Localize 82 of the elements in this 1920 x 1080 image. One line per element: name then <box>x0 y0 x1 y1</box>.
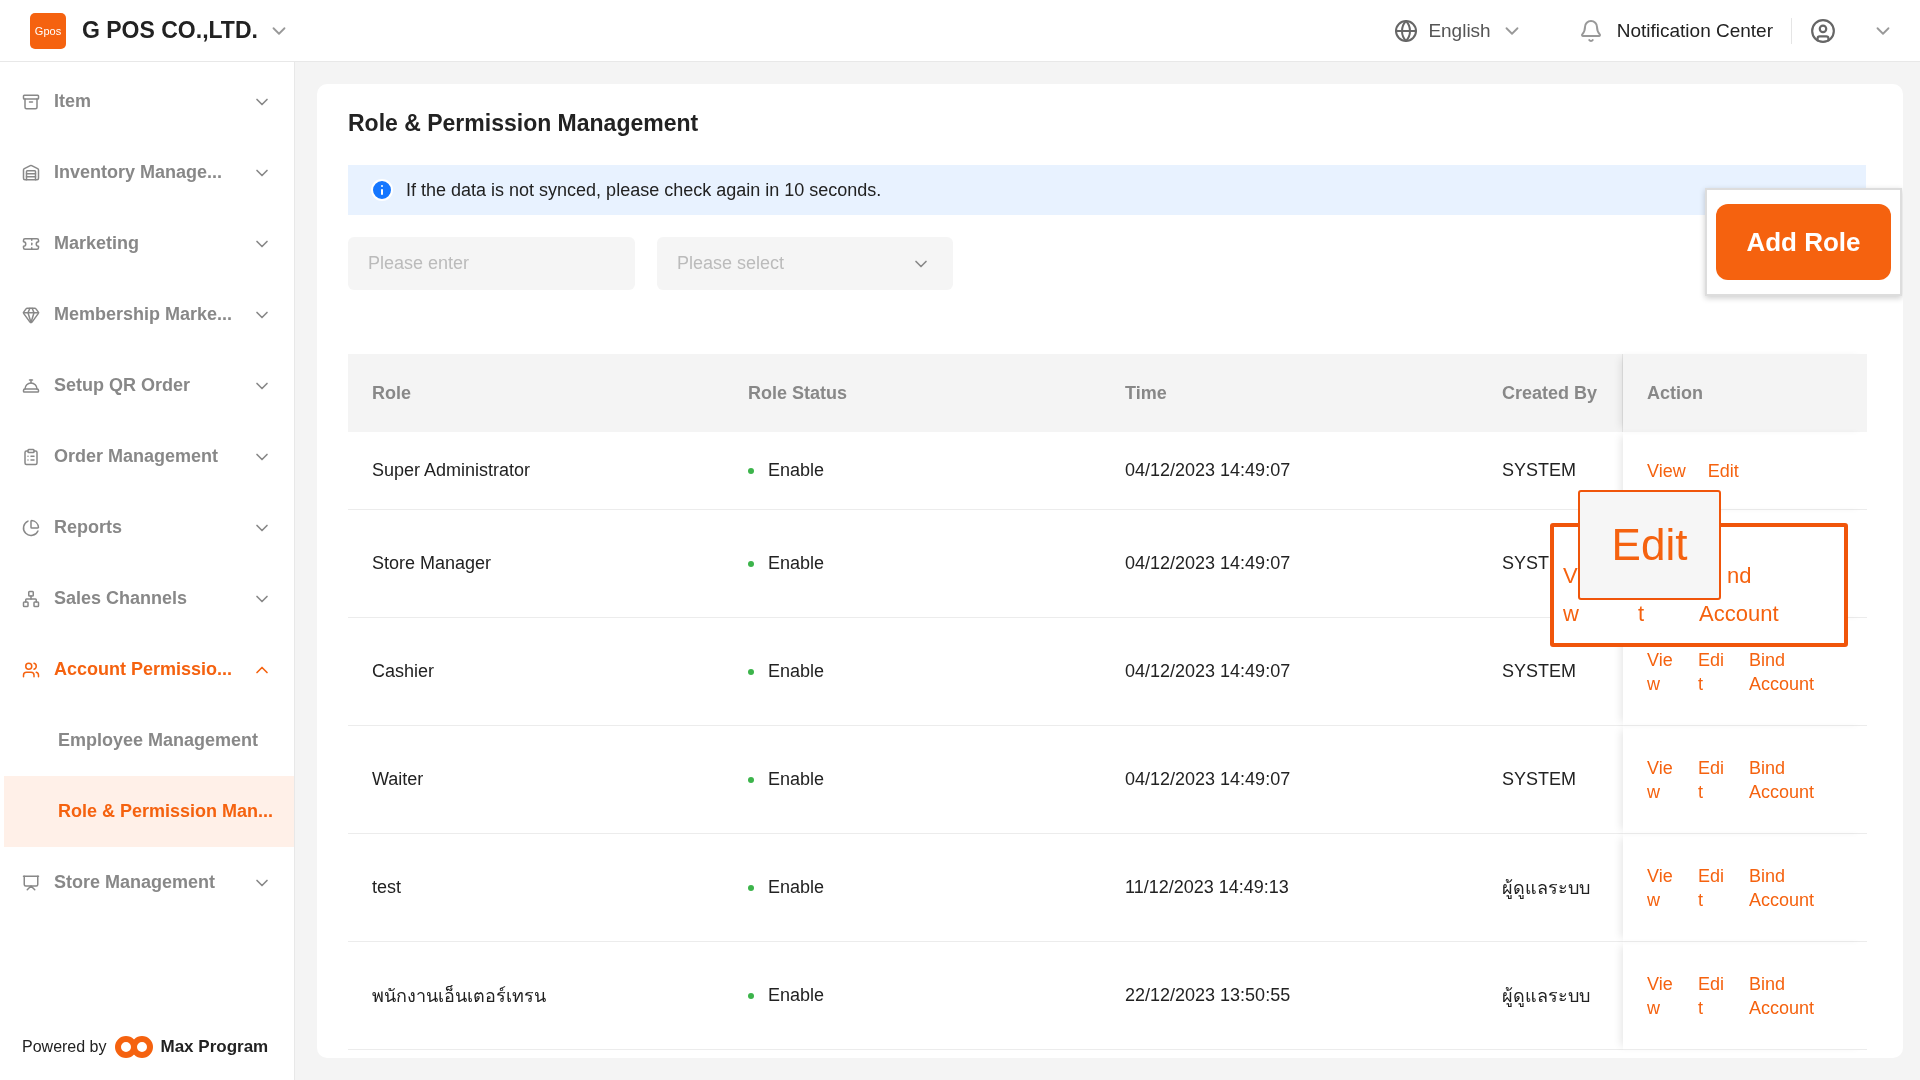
table-cell: test <box>348 834 724 942</box>
table-cell: Store Manager <box>348 510 724 618</box>
search-field[interactable]: Please enter <box>348 237 635 290</box>
column-header: Action <box>1623 354 1867 432</box>
table-cell: Cashier <box>348 618 724 726</box>
action-link[interactable]: View <box>1647 458 1686 483</box>
action-link[interactable]: Edit <box>1698 971 1726 1020</box>
magnified-link-text: Account <box>1699 602 1779 626</box>
network-icon <box>22 589 40 608</box>
status-cell: Enable <box>748 985 825 1006</box>
status-cell: Enable <box>748 877 825 898</box>
column-header: Role Status <box>724 354 1101 432</box>
action-link[interactable]: View <box>1647 755 1675 804</box>
powered-by-text: Powered by <box>22 1038 107 1056</box>
sidebar-item[interactable]: Account Permissio... <box>0 634 294 705</box>
sidebar-item[interactable]: Item <box>0 66 294 137</box>
sidebar-subitem[interactable]: Role & Permission Man... <box>4 776 294 847</box>
filter-select[interactable]: Please select <box>657 237 953 290</box>
clipboard-icon <box>22 447 40 466</box>
action-link[interactable]: Bind Account <box>1749 863 1819 912</box>
table-cell: 04/12/2023 14:49:07 <box>1101 432 1478 510</box>
sidebar-item[interactable]: Inventory Manage... <box>0 137 294 208</box>
action-link[interactable]: Bind Account <box>1749 971 1819 1020</box>
info-message: If the data is not synced, please check again in 10 seconds. <box>406 179 882 201</box>
action-link[interactable]: Bind Account <box>1749 755 1819 804</box>
service-bell-icon <box>22 376 40 395</box>
sidebar-subitem[interactable]: Employee Management <box>4 705 294 776</box>
status-cell: Enable <box>748 460 825 481</box>
table-cell: Waiter <box>348 726 724 834</box>
table-cell: SYSTEM <box>1478 726 1623 834</box>
magnified-link-text: V <box>1563 564 1578 588</box>
archive-icon <box>22 92 40 111</box>
users-icon <box>22 660 40 679</box>
table-cell: 22/12/2023 13:50:55 <box>1101 942 1478 1050</box>
action-link[interactable]: Bind Account <box>1749 647 1819 696</box>
company-logo: Gpos <box>30 12 66 49</box>
magnified-link-text: nd <box>1727 564 1752 588</box>
action-link[interactable]: View <box>1647 863 1675 912</box>
warehouse-icon <box>22 163 40 182</box>
table-cell: 11/12/2023 14:49:13 <box>1101 834 1478 942</box>
action-link[interactable]: View <box>1647 971 1675 1020</box>
table-cell: Super Administrator <box>348 432 724 510</box>
gem-icon <box>22 305 40 324</box>
table-cell: พนักงานเอ็นเตอร์เทรน <box>348 942 724 1050</box>
info-icon <box>370 178 394 202</box>
status-cell: Enable <box>748 553 825 574</box>
sidebar-item[interactable]: Sales Channels <box>0 563 294 634</box>
status-cell: Enable <box>748 769 825 790</box>
action-link[interactable]: Edit <box>1698 755 1726 804</box>
column-header: Role <box>348 354 724 432</box>
action-link[interactable]: View <box>1647 647 1675 696</box>
sidebar-item[interactable]: Reports <box>0 492 294 563</box>
table-cell: ผู้ดูแลระบบ <box>1478 942 1623 1050</box>
column-header: Created By <box>1478 354 1623 432</box>
action-link[interactable]: Edit <box>1698 863 1726 912</box>
presentation-icon <box>22 873 40 892</box>
action-link[interactable]: Edit <box>1707 458 1739 483</box>
table-cell: 04/12/2023 14:49:07 <box>1101 726 1478 834</box>
column-header: Time <box>1101 354 1478 432</box>
table-cell: 04/12/2023 14:49:07 <box>1101 618 1478 726</box>
notification-center-link[interactable]: Notification Center <box>1616 19 1773 42</box>
sidebar-item[interactable]: Store Management <box>0 847 294 918</box>
status-cell: Enable <box>748 661 825 682</box>
action-link[interactable]: Edit <box>1698 647 1726 696</box>
zoom-callout: Edit <box>1578 490 1721 600</box>
pie-chart-icon <box>22 518 40 537</box>
company-name: G POS CO.,LTD. <box>82 17 258 44</box>
language-select[interactable]: English <box>1428 19 1491 42</box>
user-avatar-icon[interactable] <box>1810 17 1836 44</box>
table-cell: ผู้ดูแลระบบ <box>1478 834 1623 942</box>
page-title: Role & Permission Management <box>348 110 700 137</box>
sidebar-item[interactable]: Membership Marke... <box>0 279 294 350</box>
brand-logo-icon <box>112 1034 155 1060</box>
sidebar-item[interactable]: Order Management <box>0 421 294 492</box>
magnified-link-text: t <box>1638 602 1645 626</box>
notification-icon <box>1578 18 1603 43</box>
add-role-button[interactable]: Add Role <box>1716 204 1891 280</box>
brand-name: Max Program <box>160 1037 269 1057</box>
sidebar-item[interactable]: Marketing <box>0 208 294 279</box>
sidebar-item[interactable]: Setup QR Order <box>0 350 294 421</box>
globe-icon <box>1394 18 1419 43</box>
table-cell: 04/12/2023 14:49:07 <box>1101 510 1478 618</box>
